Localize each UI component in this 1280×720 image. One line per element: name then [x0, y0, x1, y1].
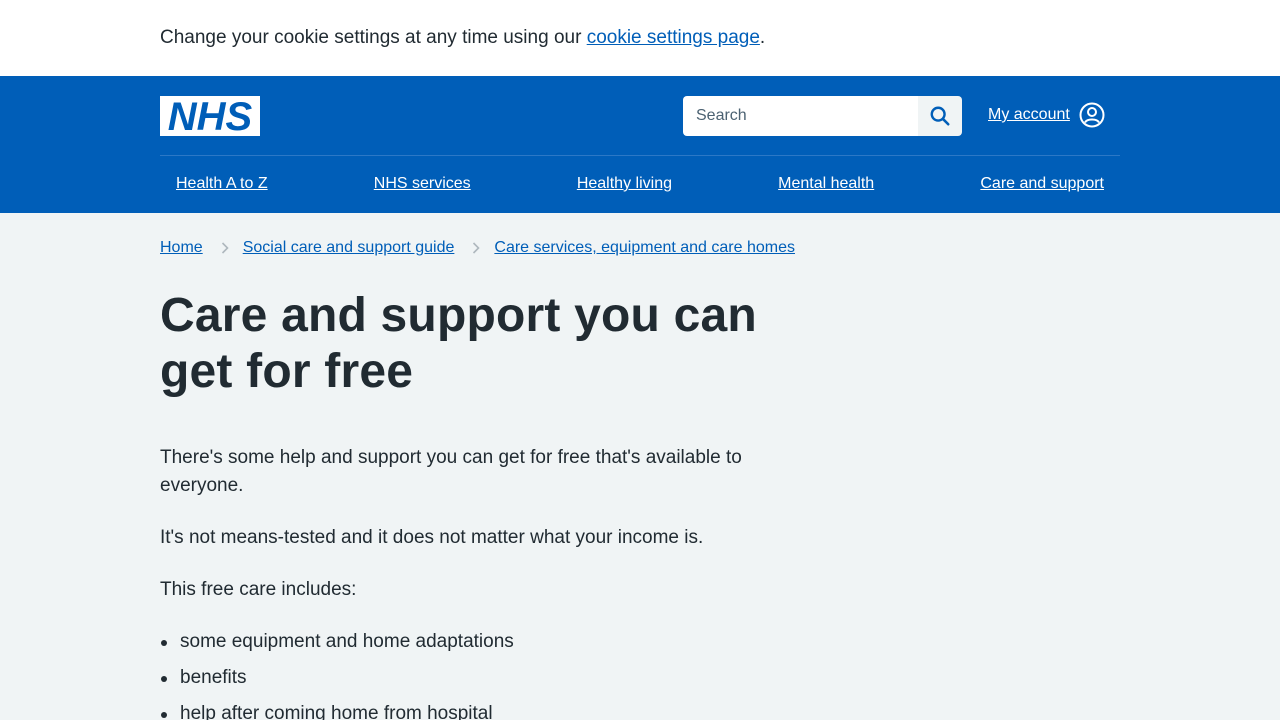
- primary-navigation: Health A to Z NHS services Healthy livin…: [160, 156, 1120, 212]
- breadcrumb-social-care-guide[interactable]: Social care and support guide: [243, 239, 455, 257]
- free-care-list: some equipment and home adaptations bene…: [160, 628, 820, 720]
- breadcrumb-care-services[interactable]: Care services, equipment and care homes: [494, 239, 795, 257]
- nav-item-nhs-services[interactable]: NHS services: [374, 175, 471, 193]
- cookie-banner-trailing: .: [759, 27, 766, 48]
- my-account-label: My account: [988, 106, 1070, 123]
- site-header: NHS My account Health A to Z NHS service…: [0, 76, 1280, 213]
- cookie-banner: Change your cookie settings at any time …: [0, 0, 1280, 76]
- search-form: [683, 96, 962, 136]
- search-button[interactable]: [918, 96, 962, 136]
- search-icon: [930, 106, 950, 126]
- means-test-paragraph: It's not means-tested and it does not ma…: [160, 527, 704, 548]
- list-item: help after coming home from hospital: [160, 700, 820, 720]
- breadcrumb: Home Social care and support guide Care …: [160, 238, 1280, 258]
- list-item: some equipment and home adaptations: [160, 628, 820, 656]
- nav-item-health-a-to-z[interactable]: Health A to Z: [176, 175, 268, 193]
- chevron-right-icon: [472, 242, 481, 254]
- my-account-link[interactable]: My account: [988, 102, 1105, 128]
- header-top: NHS My account: [160, 76, 1120, 156]
- chevron-right-icon: [221, 242, 229, 254]
- nav-item-care-and-support[interactable]: Care and support: [980, 175, 1104, 193]
- nav-item-healthy-living[interactable]: Healthy living: [577, 175, 672, 193]
- list-item: benefits: [160, 664, 820, 692]
- includes-paragraph: This free care includes:: [160, 579, 357, 600]
- nhs-logo-icon: NHS: [168, 97, 253, 135]
- cookie-banner-text: Change your cookie settings at any time …: [160, 27, 587, 48]
- intro-paragraph: There's some help and support you can ge…: [160, 447, 742, 496]
- cookie-settings-link[interactable]: cookie settings page: [587, 27, 760, 48]
- search-input[interactable]: [683, 96, 918, 136]
- user-circle-icon: [1079, 102, 1105, 128]
- cookie-banner-message: Change your cookie settings at any time …: [0, 0, 1280, 51]
- nhs-logo[interactable]: NHS: [160, 96, 260, 136]
- breadcrumb-home[interactable]: Home: [160, 239, 203, 257]
- main-content: Care and support you can get for free Th…: [160, 288, 820, 720]
- nav-item-mental-health[interactable]: Mental health: [778, 175, 874, 193]
- nhs-logo-text: NHS: [168, 97, 253, 135]
- page-body: There's some help and support you can ge…: [160, 444, 820, 720]
- page-title: Care and support you can get for free: [160, 289, 757, 398]
